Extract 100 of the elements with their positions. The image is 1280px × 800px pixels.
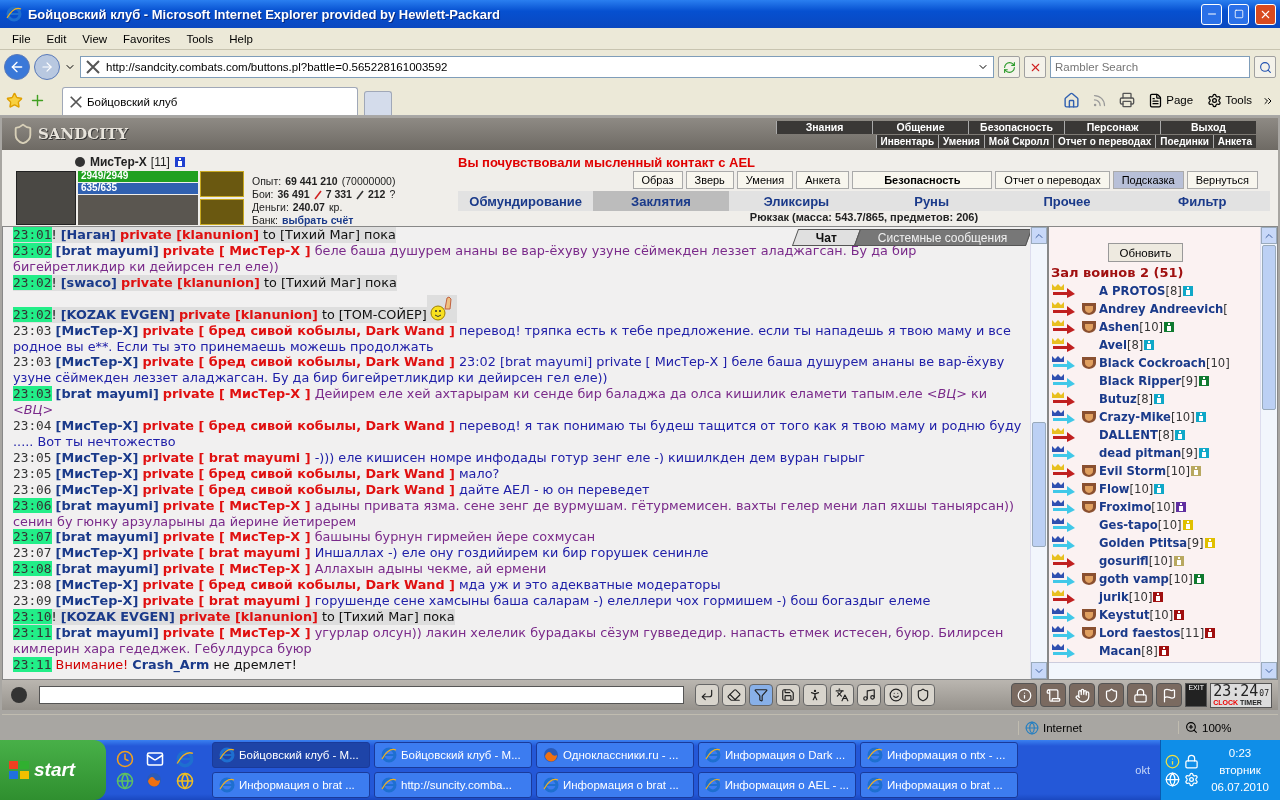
translit-button[interactable]: [830, 684, 854, 706]
menu-item[interactable]: Favorites: [115, 32, 179, 45]
taskbar-button[interactable]: Информация о AEL - ...: [698, 772, 856, 798]
menu-item[interactable]: Help: [221, 32, 261, 45]
close-button[interactable]: [1255, 3, 1276, 25]
helmet-button[interactable]: [911, 684, 935, 706]
user-name[interactable]: goth vamp: [1099, 572, 1169, 586]
menu-button[interactable]: Зверь: [685, 171, 734, 189]
chat-tab[interactable]: Чат: [791, 229, 861, 246]
info-icon[interactable]: [1198, 376, 1209, 386]
nav-link[interactable]: Отчет о переводах: [1053, 134, 1156, 148]
chat-tab[interactable]: Системные сообщения: [854, 229, 1033, 246]
user-name[interactable]: Froximo: [1099, 500, 1152, 514]
menu-button[interactable]: Анкета: [796, 171, 850, 189]
maximize-button[interactable]: [1228, 3, 1249, 25]
menu-button[interactable]: Подсказка: [1112, 171, 1184, 189]
mail-icon[interactable]: [146, 750, 164, 768]
nav-link[interactable]: Выход: [1160, 120, 1256, 134]
flag-button[interactable]: [1156, 683, 1183, 707]
stop-button[interactable]: [1024, 56, 1046, 78]
nav-link[interactable]: Мой Скролл: [983, 134, 1054, 148]
menu-button[interactable]: Образ: [632, 171, 683, 189]
nav-link[interactable]: Анкета: [1212, 134, 1256, 148]
nav-link[interactable]: Инвентарь: [875, 134, 939, 148]
user-name[interactable]: Keystut: [1099, 608, 1150, 622]
inventory-tab[interactable]: Заклятия: [593, 191, 729, 211]
nav-link[interactable]: Умения: [938, 134, 984, 148]
smiley-button[interactable]: [884, 684, 908, 706]
nav-link[interactable]: Поединки: [1155, 134, 1213, 148]
scrollbar[interactable]: [1030, 227, 1047, 679]
helmet-button[interactable]: [1098, 683, 1125, 707]
save-button[interactable]: [776, 684, 800, 706]
taskbar-button[interactable]: Информация о brat ...: [212, 772, 370, 798]
search-field[interactable]: Rambler Search: [1050, 56, 1250, 78]
horizontal-scrollbar[interactable]: [1049, 662, 1260, 679]
forward-button[interactable]: [34, 54, 60, 80]
menu-item[interactable]: View: [74, 32, 116, 45]
user-name[interactable]: Evil Storm: [1099, 464, 1167, 478]
refresh-button[interactable]: Обновить: [1108, 243, 1183, 262]
user-name[interactable]: Flow: [1099, 482, 1130, 496]
taskbar-button[interactable]: Бойцовский клуб - M...: [212, 742, 370, 768]
info-icon[interactable]: [174, 157, 185, 167]
menu-button[interactable]: Умения: [736, 171, 794, 189]
info-icon[interactable]: [1176, 502, 1187, 512]
user-name[interactable]: A PROTOS: [1099, 284, 1166, 298]
info-icon[interactable]: [1164, 322, 1175, 332]
user-name[interactable]: Avel: [1099, 338, 1127, 352]
person-button[interactable]: [803, 684, 827, 706]
scrollbar-thumb[interactable]: [1262, 245, 1276, 410]
globe-icon[interactable]: [176, 772, 194, 790]
lock-button[interactable]: [1127, 683, 1154, 707]
menu-button[interactable]: Безопасность: [852, 171, 993, 189]
taskbar-button[interactable]: Информация о brat ...: [536, 772, 694, 798]
address-bar[interactable]: http://sandcity.combats.com/buttons.pl?battle=0.565228161003592: [80, 56, 994, 78]
info-icon[interactable]: [1193, 574, 1204, 584]
info-icon[interactable]: [1158, 646, 1169, 656]
menu-button[interactable]: Отчет о переводах: [995, 171, 1110, 189]
eraser-button[interactable]: [722, 684, 746, 706]
back-button[interactable]: [4, 54, 30, 80]
user-name[interactable]: jurik: [1099, 590, 1129, 604]
info-icon[interactable]: [1205, 628, 1216, 638]
globe-icon[interactable]: [116, 772, 134, 790]
user-name[interactable]: Black Cockroach: [1099, 356, 1206, 370]
nav-link[interactable]: Знания: [776, 120, 872, 134]
user-name[interactable]: Lord faestos: [1099, 626, 1181, 640]
info-icon[interactable]: [1174, 610, 1185, 620]
user-name[interactable]: Macan: [1099, 644, 1142, 658]
tools-menu[interactable]: Tools: [1203, 87, 1256, 113]
user-name[interactable]: Butuz: [1099, 392, 1137, 406]
bank-link[interactable]: выбрать счёт: [282, 214, 354, 226]
refresh-button[interactable]: [998, 56, 1020, 78]
filter-button[interactable]: [749, 684, 773, 706]
user-name[interactable]: Black Ripper: [1099, 374, 1182, 388]
taskbar-button[interactable]: Информация о Dark ...: [698, 742, 856, 768]
menu-item[interactable]: Tools: [178, 32, 222, 45]
user-name[interactable]: Andrey Andreevich: [1099, 302, 1224, 316]
tray-icon[interactable]: [1165, 753, 1180, 769]
browser-tab[interactable]: Бойцовский клуб: [62, 87, 358, 115]
taskbar-button[interactable]: Бойцовский клуб - M...: [374, 742, 532, 768]
user-name[interactable]: Crazy-Mike: [1099, 410, 1171, 424]
info-icon[interactable]: [1153, 592, 1164, 602]
menu-item[interactable]: Edit: [38, 32, 75, 45]
nav-link[interactable]: Безопасность: [968, 120, 1064, 134]
taskbar-button[interactable]: Информация о ntx - ...: [860, 742, 1018, 768]
scroll-button[interactable]: [1040, 683, 1067, 707]
chat-input[interactable]: [39, 686, 684, 704]
search-button[interactable]: [1254, 56, 1276, 78]
enter-button[interactable]: [695, 684, 719, 706]
user-name[interactable]: DALLENT: [1099, 428, 1158, 442]
page-menu[interactable]: Page: [1144, 87, 1198, 113]
taskbar-button[interactable]: Информация о brat ...: [860, 772, 1018, 798]
sound-button[interactable]: [857, 684, 881, 706]
user-name[interactable]: Ges-tapo: [1099, 518, 1158, 532]
user-name[interactable]: dead pitman: [1099, 446, 1182, 460]
zoom-icon[interactable]: [1185, 721, 1198, 734]
scrollbar[interactable]: [1260, 227, 1277, 679]
menu-item[interactable]: File: [4, 32, 39, 45]
more-icon[interactable]: [1262, 95, 1274, 107]
info-button[interactable]: [1011, 683, 1038, 707]
nav-link[interactable]: Персонаж: [1064, 120, 1160, 134]
